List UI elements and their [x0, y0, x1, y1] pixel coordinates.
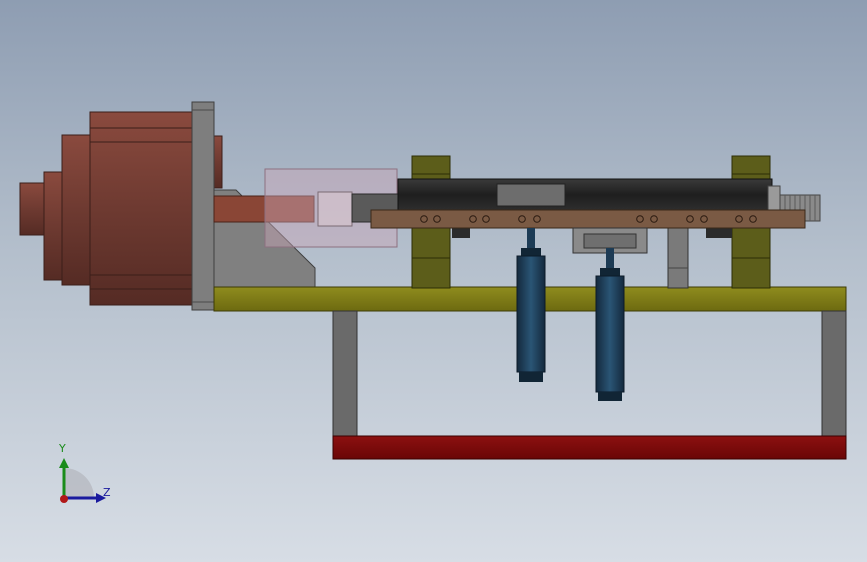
- clip-right: [706, 228, 732, 238]
- coupling-inner: [317, 191, 353, 227]
- pneumatic-cylinder-right: [595, 248, 625, 401]
- main-shaft: [397, 178, 773, 212]
- leg-right: [821, 310, 847, 438]
- motor-front-collar: [213, 135, 223, 189]
- motor-rear-housing: [61, 134, 93, 286]
- base-rail: [332, 435, 847, 460]
- triad-plane-indicator: [64, 468, 94, 498]
- motor-body: [89, 111, 195, 306]
- y-axis-label: Y: [59, 442, 66, 455]
- clip-left: [452, 228, 470, 238]
- motor-end-cap: [43, 171, 65, 281]
- cad-viewport[interactable]: Y Z: [0, 0, 867, 562]
- clamp-bar: [370, 209, 806, 229]
- y-axis-arrow: [59, 458, 69, 468]
- x-axis-dot: [60, 495, 68, 503]
- z-axis-label: Z: [103, 486, 111, 499]
- axis-triad: [59, 458, 106, 503]
- support-post: [667, 225, 689, 289]
- leg-left: [332, 310, 358, 438]
- pneumatic-cylinder-left: [516, 228, 546, 382]
- shaft-window: [496, 183, 566, 207]
- motor-mount-flange: [191, 101, 215, 311]
